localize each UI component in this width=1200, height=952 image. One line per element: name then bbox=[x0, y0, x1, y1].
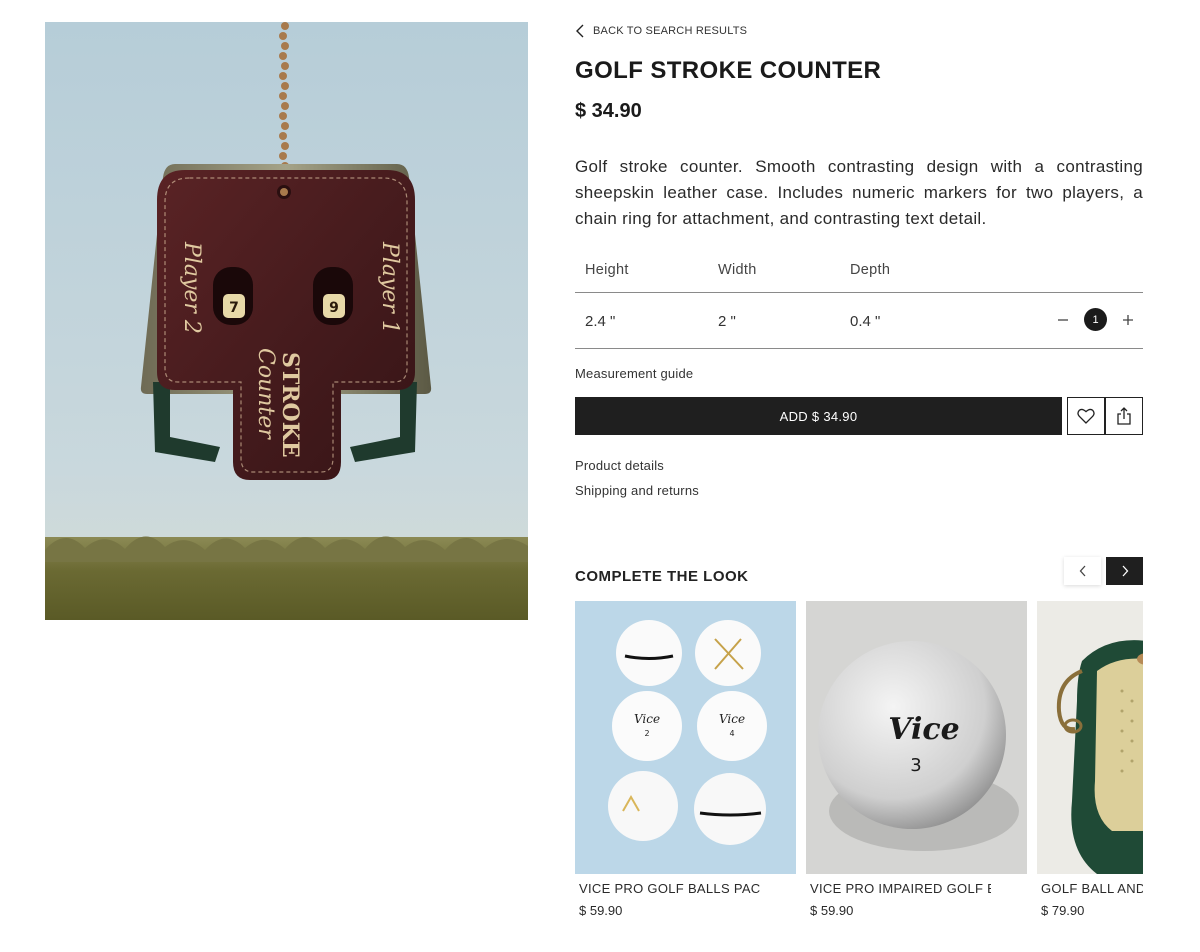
carousel-next-button[interactable] bbox=[1106, 557, 1143, 585]
back-to-search-link[interactable]: BACK TO SEARCH RESULTS bbox=[575, 24, 747, 38]
right-digit: 9 bbox=[329, 300, 339, 316]
favorite-button[interactable] bbox=[1067, 397, 1105, 435]
player-1-label: Player 1 bbox=[377, 241, 402, 334]
width-header: Width bbox=[718, 262, 757, 278]
look-card[interactable]: GOLF BALL AND T $ 79.90 bbox=[1037, 601, 1143, 918]
plus-icon bbox=[1123, 314, 1133, 325]
depth-header: Depth bbox=[850, 262, 891, 278]
product-description: Golf stroke counter. Smooth contrasting … bbox=[575, 157, 1143, 228]
look-card-image: Vice 2 Vice 4 bbox=[575, 601, 796, 874]
look-card-image: Vice 3 bbox=[806, 601, 1027, 874]
look-card-price: $ 59.90 bbox=[579, 903, 623, 918]
ball-brand-text: Vice bbox=[719, 712, 745, 726]
product-title: GOLF STROKE COUNTER bbox=[575, 57, 882, 84]
left-digit: 7 bbox=[229, 300, 239, 316]
increase-quantity-button[interactable] bbox=[1117, 309, 1139, 331]
share-icon bbox=[1117, 407, 1131, 425]
complete-the-look-title: COMPLETE THE LOOK bbox=[575, 568, 749, 585]
look-card[interactable]: Vice 2 Vice 4 VICE PRO GOLF BALLS PACK (… bbox=[575, 601, 796, 918]
measurement-guide-link[interactable]: Measurement guide bbox=[575, 366, 693, 381]
complete-the-look-carousel: Vice 2 Vice 4 VICE PRO GOLF BALLS PACK (… bbox=[575, 601, 1143, 931]
height-header: Height bbox=[585, 262, 629, 278]
look-card-price: $ 59.90 bbox=[810, 903, 854, 918]
width-value: 2 " bbox=[718, 313, 736, 330]
brand-stroke-label: STROKE bbox=[277, 352, 303, 458]
ball-number-text: 2 bbox=[644, 729, 649, 738]
dimensions-row: 2.4 " 2 " 0.4 " 1 bbox=[575, 293, 1143, 349]
chevron-left-icon bbox=[1079, 565, 1085, 577]
look-card[interactable]: Vice 3 VICE PRO IMPAIRED GOLF BA... $ 59… bbox=[806, 601, 1027, 918]
ball-brand-text: Vice bbox=[888, 712, 960, 747]
ball-number-text: 3 bbox=[910, 755, 921, 776]
look-card-image bbox=[1037, 601, 1143, 874]
ball-number-text: 4 bbox=[729, 729, 734, 738]
chevron-right-icon bbox=[1122, 565, 1128, 577]
decrease-quantity-button[interactable] bbox=[1052, 309, 1074, 331]
player-2-label: Player 2 bbox=[179, 241, 204, 334]
share-button[interactable] bbox=[1105, 397, 1143, 435]
look-card-price: $ 79.90 bbox=[1041, 903, 1085, 918]
chevron-left-icon bbox=[576, 24, 584, 38]
depth-value: 0.4 " bbox=[850, 313, 881, 330]
dimensions-table: Height Width Depth 2.4 " 2 " 0.4 " 1 bbox=[575, 250, 1143, 349]
carousel-prev-button[interactable] bbox=[1064, 557, 1101, 585]
heart-icon bbox=[1077, 408, 1095, 424]
look-card-name: GOLF BALL AND T bbox=[1041, 881, 1143, 896]
ball-brand-text: Vice bbox=[634, 712, 660, 726]
look-card-name: VICE PRO IMPAIRED GOLF BA... bbox=[810, 881, 991, 896]
brand-counter-label: Counter bbox=[253, 348, 278, 440]
quantity-stepper: 1 bbox=[1052, 308, 1139, 331]
product-details-link[interactable]: Product details bbox=[575, 458, 664, 473]
product-price: $ 34.90 bbox=[575, 100, 642, 122]
add-to-cart-button[interactable]: ADD $ 34.90 bbox=[575, 397, 1062, 435]
quantity-value: 1 bbox=[1084, 308, 1107, 331]
minus-icon bbox=[1058, 318, 1068, 321]
shipping-returns-link[interactable]: Shipping and returns bbox=[575, 483, 699, 498]
height-value: 2.4 " bbox=[585, 313, 616, 330]
back-link-label: BACK TO SEARCH RESULTS bbox=[593, 25, 748, 37]
look-card-name: VICE PRO GOLF BALLS PACK (... bbox=[579, 881, 760, 896]
dimensions-header: Height Width Depth bbox=[575, 250, 1143, 293]
product-main-image: 7 9 Player 2 Player 1 STROKE Counter bbox=[45, 22, 528, 620]
